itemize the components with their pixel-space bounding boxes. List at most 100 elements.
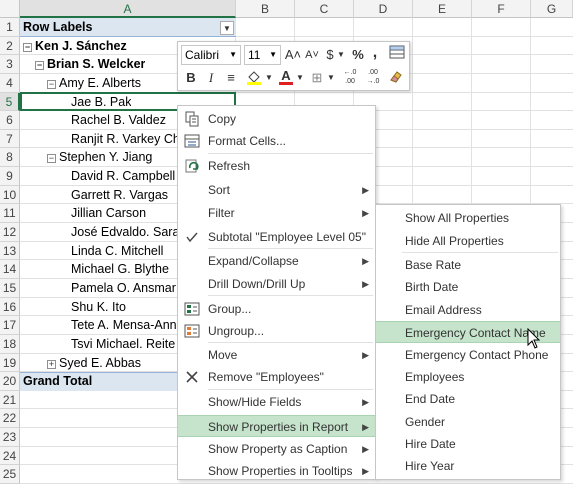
column-header-g[interactable]: G (531, 0, 573, 18)
comma-style-button[interactable]: , (369, 43, 381, 63)
menu-item-label: Ungroup... (208, 324, 265, 338)
pivot-row-label: Tsvi Michael. Reite (71, 336, 176, 351)
ungroup-icon (184, 323, 200, 339)
menu-item-ungroup[interactable]: Ungroup... (178, 320, 375, 342)
menu-item-drill-down-drill-up[interactable]: Drill Down/Drill Up ▶ (178, 273, 375, 295)
menu-item-format-cells[interactable]: Format Cells... (178, 130, 375, 152)
row-header-16[interactable]: 16 (0, 297, 20, 317)
column-header-b[interactable]: B (236, 0, 295, 18)
row-header-4[interactable]: 4 (0, 73, 20, 93)
row-header-24[interactable]: 24 (0, 446, 20, 466)
dropdown-arrow-icon[interactable]: ▼ (326, 68, 336, 88)
row-header-12[interactable]: 12 (0, 223, 20, 242)
select-all-corner[interactable] (0, 0, 20, 18)
row-labels-filter-button[interactable]: ▼ (220, 21, 234, 35)
row-header-13[interactable]: 13 (0, 241, 20, 261)
menu-item-sort[interactable]: Sort ▶ (178, 179, 375, 201)
menu-item-remove-employees[interactable]: Remove "Employees" (178, 366, 375, 388)
collapse-icon[interactable]: − (35, 61, 44, 71)
menu-item-label: Show Properties in Tooltips (208, 464, 353, 478)
menu-item-show-properties-in-report[interactable]: Show Properties in Report ▶ (178, 415, 375, 437)
bold-button[interactable]: B (182, 68, 200, 88)
row-header-22[interactable]: 22 (0, 409, 20, 429)
row-header-18[interactable]: 18 (0, 334, 20, 354)
decrease-font-size-button[interactable]: A˅ (303, 45, 321, 65)
center-align-button[interactable]: ≡ (222, 68, 240, 88)
row-header-20[interactable]: 20 (0, 372, 20, 391)
dropdown-arrow-icon[interactable]: ▼ (295, 68, 305, 88)
row-header-8[interactable]: 8 (0, 148, 20, 168)
row-header-11[interactable]: 11 (0, 204, 20, 224)
submenu-arrow-icon: ▶ (362, 444, 369, 454)
eraser-icon (390, 71, 402, 83)
decrease-decimal-button[interactable]: .00 →.0 (363, 68, 383, 88)
submenu-item-employees[interactable]: Employees (376, 366, 560, 388)
menu-item-filter[interactable]: Filter ▶ (178, 202, 375, 224)
fill-color-button[interactable] (244, 68, 264, 88)
submenu-item-base-rate[interactable]: Base Rate (376, 254, 560, 276)
expand-icon[interactable]: + (47, 359, 56, 369)
paint-bucket-icon (247, 71, 261, 85)
submenu-item-end-date[interactable]: End Date (376, 388, 560, 410)
column-header-d[interactable]: D (354, 0, 413, 18)
menu-item-expand-collapse[interactable]: Expand/Collapse ▶ (178, 250, 375, 272)
submenu-item-gender[interactable]: Gender (376, 411, 560, 433)
increase-font-size-button[interactable]: A˄ (284, 45, 302, 65)
row-header-15[interactable]: 15 (0, 278, 20, 298)
row-header-25[interactable]: 25 (0, 465, 20, 484)
row-header-21[interactable]: 21 (0, 390, 20, 410)
font-color-button[interactable]: A (277, 66, 295, 86)
row-header-3[interactable]: 3 (0, 55, 20, 74)
menu-separator (208, 153, 373, 154)
row-header-5[interactable]: 5 (0, 92, 20, 112)
menu-item-show-property-as-caption[interactable]: Show Property as Caption ▶ (178, 438, 375, 460)
submenu-arrow-icon: ▶ (362, 208, 369, 218)
menu-item-label: Move (208, 348, 238, 362)
menu-item-subtotal-employee-level-05[interactable]: Subtotal "Employee Level 05" (178, 226, 375, 248)
increase-decimal-button[interactable]: ←.0 .00 (340, 68, 360, 88)
row-header-7[interactable]: 7 (0, 129, 20, 149)
submenu-item-hire-year[interactable]: Hire Year (376, 455, 560, 477)
row-header-2[interactable]: 2 (0, 36, 20, 56)
table-format-icon (389, 45, 405, 59)
dropdown-arrow-icon[interactable]: ▼ (336, 45, 346, 65)
submenu-item-hide-all-properties[interactable]: Hide All Properties (376, 230, 560, 252)
row-header-14[interactable]: 14 (0, 260, 20, 279)
column-header-e[interactable]: E (413, 0, 472, 18)
font-size-box[interactable]: 11 ▼ (244, 45, 281, 65)
row-header-9[interactable]: 9 (0, 167, 20, 186)
remove-icon (184, 369, 200, 385)
collapse-icon[interactable]: − (23, 42, 32, 52)
italic-button[interactable]: I (202, 68, 220, 88)
percent-style-button[interactable]: % (350, 45, 366, 65)
menu-item-refresh[interactable]: Refresh (178, 155, 375, 177)
submenu-item-show-all-properties[interactable]: Show All Properties (376, 207, 560, 229)
accounting-format-button[interactable]: $ (323, 45, 337, 65)
column-header-c[interactable]: C (295, 0, 354, 18)
collapse-icon[interactable]: − (47, 79, 56, 89)
format-painter-table-button[interactable] (388, 45, 406, 65)
submenu-item-label: End Date (405, 392, 456, 406)
row-header-6[interactable]: 6 (0, 111, 20, 130)
column-header-f[interactable]: F (472, 0, 531, 18)
row-header-23[interactable]: 23 (0, 428, 20, 447)
menu-item-group[interactable]: Group... (178, 298, 375, 320)
menu-item-show-properties-in-tooltips[interactable]: Show Properties in Tooltips ▶ (178, 460, 375, 482)
menu-item-label: Expand/Collapse (208, 254, 299, 268)
collapse-icon[interactable]: − (47, 154, 56, 164)
row-header-19[interactable]: 19 (0, 353, 20, 373)
borders-button[interactable]: ⊞ (308, 68, 326, 88)
menu-item-move[interactable]: Move ▶ (178, 344, 375, 366)
submenu-item-birth-date[interactable]: Birth Date (376, 276, 560, 298)
submenu-item-hire-date[interactable]: Hire Date (376, 433, 560, 455)
menu-item-show-hide-fields[interactable]: Show/Hide Fields ▶ (178, 391, 375, 413)
row-header-17[interactable]: 17 (0, 316, 20, 335)
clear-format-button[interactable] (386, 68, 406, 88)
font-name-box[interactable]: Calibri ▼ (181, 45, 241, 65)
menu-item-label: Format Cells... (208, 134, 287, 148)
menu-item-copy[interactable]: Copy (178, 108, 375, 130)
submenu-item-email-address[interactable]: Email Address (376, 299, 560, 321)
dropdown-arrow-icon[interactable]: ▼ (264, 68, 274, 88)
row-header-1[interactable]: 1 (0, 18, 20, 37)
row-header-10[interactable]: 10 (0, 185, 20, 205)
